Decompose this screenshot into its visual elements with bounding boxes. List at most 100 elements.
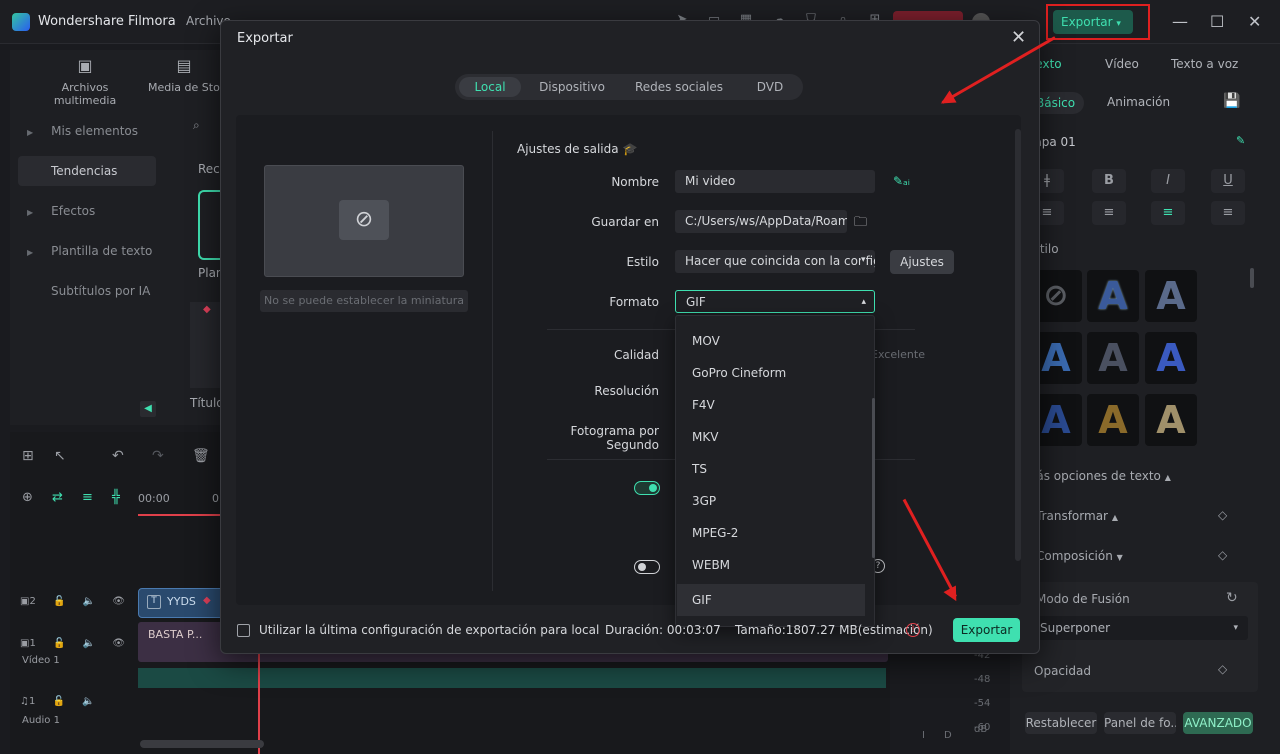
nav-item-text-templates[interactable]: ▶ Plantilla de texto bbox=[18, 236, 156, 266]
warning-icon[interactable]: ! bbox=[906, 623, 920, 637]
volume-icon[interactable]: 🔈 bbox=[82, 696, 94, 707]
close-icon[interactable]: ✕ bbox=[1011, 27, 1026, 48]
eye-icon[interactable]: 👁 bbox=[112, 596, 125, 607]
save-preset-icon[interactable]: 💾 bbox=[1223, 93, 1240, 109]
text-style-preset[interactable]: A bbox=[1145, 270, 1197, 322]
minimize-icon[interactable]: — bbox=[1172, 12, 1188, 31]
lock-icon[interactable]: 🔓 bbox=[53, 596, 65, 607]
panel-button[interactable]: Panel de fo... bbox=[1104, 712, 1176, 734]
blend-mode-select[interactable]: Superponer ▾ bbox=[1034, 616, 1248, 640]
subtab-animation[interactable]: Animación bbox=[1107, 95, 1170, 109]
media-tab[interactable]: ▣ Archivos multimedia bbox=[30, 56, 140, 107]
ai-edit-icon[interactable]: ✎ bbox=[1236, 134, 1245, 147]
transform-toggle[interactable]: Transformar ▲ bbox=[1036, 509, 1118, 523]
format-option-cineform[interactable]: GoPro Cineform bbox=[692, 366, 786, 380]
toggle-off[interactable] bbox=[634, 560, 660, 574]
text-style-preset[interactable]: A bbox=[1087, 270, 1139, 322]
styles-scrollbar[interactable] bbox=[1250, 268, 1254, 288]
format-option-ts[interactable]: TS bbox=[692, 462, 707, 476]
format-option-3gp[interactable]: 3GP bbox=[692, 494, 716, 508]
format-option-mov[interactable]: MOV bbox=[692, 334, 720, 348]
italic-icon[interactable]: I bbox=[1151, 169, 1185, 193]
underline-icon[interactable]: U bbox=[1211, 169, 1245, 193]
volume-icon[interactable]: 🔈 bbox=[83, 596, 95, 607]
reset-button[interactable]: Restablecer bbox=[1025, 712, 1097, 734]
subtab-label: Básico bbox=[1036, 96, 1076, 110]
nav-item-effects[interactable]: ▶ Efectos bbox=[18, 196, 156, 226]
more-options-toggle[interactable]: Más opciones de texto ▲ bbox=[1026, 469, 1171, 483]
ai-rename-icon[interactable]: ✎ₐᵢ bbox=[893, 174, 910, 188]
align-right-icon[interactable]: ≡ bbox=[1151, 201, 1185, 225]
chevron-down-icon: ▾ bbox=[861, 255, 866, 265]
dropdown-scrollbar[interactable] bbox=[872, 398, 875, 558]
select-icon[interactable]: ↖ bbox=[54, 448, 66, 464]
tab-video[interactable]: Vídeo bbox=[1105, 57, 1139, 71]
save-path-input[interactable]: C:/Users/ws/AppData/Roaming bbox=[675, 210, 847, 233]
maximize-icon[interactable]: ☐ bbox=[1210, 12, 1224, 31]
layout-icon[interactable]: ⊞ bbox=[22, 448, 34, 464]
blend-mode-label: Modo de Fusión bbox=[1036, 592, 1130, 606]
tab-device[interactable]: Dispositivo bbox=[531, 77, 613, 97]
format-option-f4v[interactable]: F4V bbox=[692, 398, 715, 412]
eye-icon[interactable]: 👁 bbox=[112, 638, 125, 649]
tab-social[interactable]: Redes sociales bbox=[627, 77, 731, 97]
add-track-icon[interactable]: ⊕ bbox=[22, 490, 33, 505]
lock-icon[interactable]: 🔓 bbox=[53, 696, 65, 707]
tab-local[interactable]: Local bbox=[459, 77, 521, 97]
format-option-mpeg2[interactable]: MPEG-2 bbox=[692, 526, 738, 540]
close-window-icon[interactable]: ✕ bbox=[1248, 12, 1261, 31]
snap-icon[interactable]: ≡ bbox=[82, 490, 93, 505]
advanced-button[interactable]: AVANZADO bbox=[1183, 712, 1253, 734]
marker-icon[interactable]: ╬ bbox=[112, 490, 120, 505]
lock-icon[interactable]: 🔓 bbox=[53, 638, 65, 649]
reuse-settings-label: Utilizar la última configuración de expo… bbox=[259, 623, 600, 637]
nav-item-ai-subtitles[interactable]: Subtítulos por IA bbox=[18, 276, 156, 306]
tab-dvd[interactable]: DVD bbox=[745, 77, 795, 97]
bold-icon[interactable]: B bbox=[1092, 169, 1126, 193]
format-option-webm[interactable]: WEBM bbox=[692, 558, 730, 572]
volume-icon[interactable]: 🔈 bbox=[83, 638, 95, 649]
name-input[interactable]: Mi video bbox=[675, 170, 875, 193]
style-select[interactable]: Hacer que coincida con la configuración bbox=[675, 250, 875, 273]
redo-icon[interactable]: ↷ bbox=[152, 448, 164, 464]
delete-icon[interactable]: 🗑 bbox=[192, 448, 210, 464]
toggle-on[interactable] bbox=[634, 481, 660, 495]
track-label: Audio 1 bbox=[22, 715, 60, 726]
format-option-mkv[interactable]: MKV bbox=[692, 430, 718, 444]
settings-button[interactable]: Ajustes bbox=[890, 250, 954, 274]
nav-label: Mis elementos bbox=[51, 124, 138, 138]
track-label: Vídeo 1 bbox=[22, 655, 60, 666]
reuse-settings-checkbox[interactable] bbox=[237, 624, 250, 637]
format-value: GIF bbox=[686, 295, 706, 309]
nav-item-trends[interactable]: Tendencias bbox=[18, 156, 156, 186]
keyframe-icon[interactable]: ◇ bbox=[1218, 662, 1227, 676]
align-center-icon[interactable]: ≡ bbox=[1092, 201, 1126, 225]
timeline-scrollbar[interactable] bbox=[140, 740, 264, 748]
format-select[interactable]: GIF ▴ bbox=[675, 290, 875, 313]
stock-tab[interactable]: ▤ Media de Stock bbox=[148, 56, 220, 94]
nav-item-my-elements[interactable]: ▶ Mis elementos bbox=[18, 116, 156, 146]
format-option-gif[interactable]: GIF bbox=[692, 593, 712, 607]
link-icon[interactable]: ⇄ bbox=[52, 490, 63, 505]
text-style-preset[interactable]: A bbox=[1145, 332, 1197, 384]
tab-tts[interactable]: Texto a voz bbox=[1171, 57, 1238, 71]
justify-icon[interactable]: ≡ bbox=[1211, 201, 1245, 225]
text-style-preset[interactable]: A bbox=[1145, 394, 1197, 446]
opacity-label: Opacidad bbox=[1034, 664, 1091, 678]
tile-label: Título bbox=[190, 396, 224, 410]
clip-label: YYDS bbox=[167, 595, 196, 608]
text-style-preset[interactable]: A bbox=[1087, 394, 1139, 446]
keyframe-icon[interactable]: ◇ bbox=[1218, 548, 1227, 562]
settings-scrollbar[interactable] bbox=[1015, 129, 1021, 561]
composition-toggle[interactable]: Composición ▼ bbox=[1036, 549, 1123, 563]
folder-icon[interactable]: 🗀 bbox=[854, 213, 867, 235]
audio-waveform[interactable] bbox=[138, 668, 886, 688]
keyframe-icon[interactable]: ◇ bbox=[1218, 508, 1227, 522]
search-icon[interactable]: ⌕ bbox=[193, 118, 200, 133]
undo-icon[interactable]: ↶ bbox=[112, 448, 124, 464]
collapse-icon[interactable]: ◀ bbox=[140, 401, 156, 417]
export-button[interactable]: Exportar bbox=[953, 618, 1020, 642]
template-tile[interactable] bbox=[198, 190, 220, 260]
reset-icon[interactable]: ↻ bbox=[1226, 590, 1238, 606]
text-style-preset[interactable]: A bbox=[1087, 332, 1139, 384]
